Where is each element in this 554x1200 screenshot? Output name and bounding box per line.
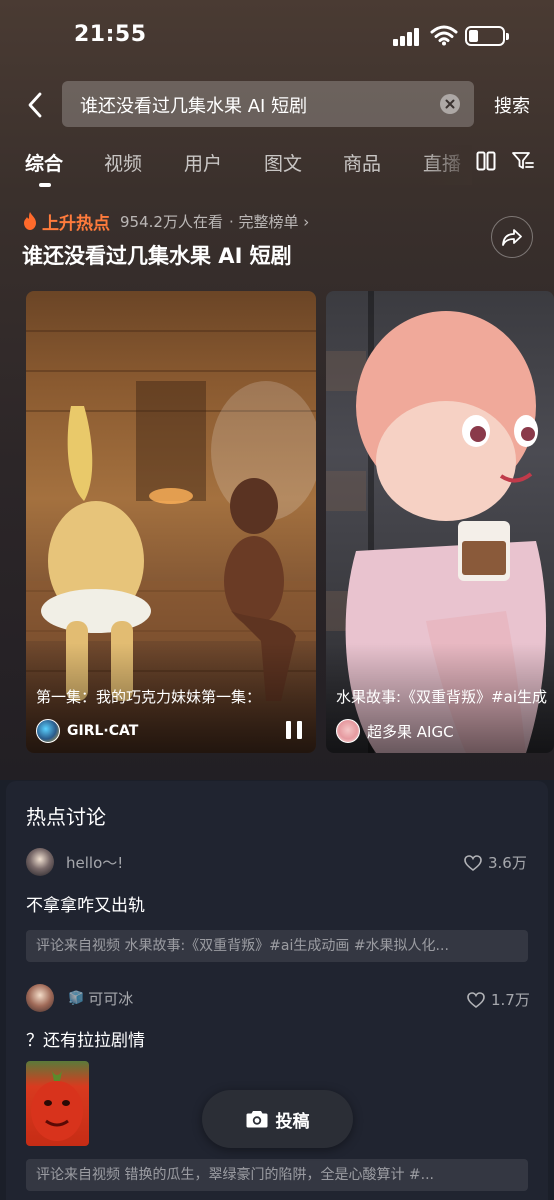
- filter-icon[interactable]: [512, 151, 534, 171]
- tab-comprehensive[interactable]: 综合: [25, 149, 63, 176]
- hot-topic-title: 谁还没看过几集水果 AI 短剧: [22, 244, 292, 268]
- comment-source[interactable]: 评论来自视频 错换的瓜生，翠绿豪门的陷阱，全是心酸算计 #...: [26, 1159, 528, 1191]
- wifi-icon: [430, 25, 458, 46]
- comment-text: 不拿拿咋又出轨: [26, 896, 145, 916]
- status-bar: 21:55: [0, 0, 554, 70]
- author-avatar: [336, 719, 360, 743]
- tab-products[interactable]: 商品: [343, 149, 381, 176]
- comment-username: 可可冰: [88, 989, 134, 1008]
- clear-search-button[interactable]: [440, 94, 460, 114]
- search-button[interactable]: 搜索: [494, 92, 530, 118]
- like-count: 3.6万: [488, 854, 527, 872]
- video-title: 水果故事:《双重背叛》#ai生成: [336, 688, 547, 706]
- tab-video[interactable]: 视频: [104, 149, 142, 176]
- author-avatar: [36, 719, 60, 743]
- full-list-link[interactable]: · 完整榜单 ›: [229, 211, 309, 232]
- chevron-left-icon: [28, 92, 42, 118]
- heart-icon: [467, 991, 485, 1008]
- search-query: 谁还没看过几集水果 AI 短剧: [80, 96, 308, 117]
- comment-image[interactable]: [26, 1061, 89, 1146]
- status-time: 21:55: [74, 22, 147, 47]
- post-label: 投稿: [275, 1111, 310, 1132]
- signal-icon: [393, 28, 423, 46]
- active-tab-indicator: [39, 183, 51, 187]
- tab-image-text[interactable]: 图文: [264, 149, 302, 176]
- video-author[interactable]: GIRL·CAT: [36, 719, 138, 743]
- video-author[interactable]: 超多果 AIGC: [336, 719, 454, 743]
- heart-icon: [464, 854, 482, 871]
- discussion-title: 热点讨论: [26, 805, 106, 829]
- comment-username: hello～!: [66, 853, 124, 872]
- hot-topic-label: 上升热点: [42, 213, 110, 234]
- like-button[interactable]: 1.7万: [467, 989, 530, 1010]
- like-count: 1.7万: [491, 991, 530, 1009]
- comment-text: ？还有拉拉剧情: [26, 1031, 145, 1051]
- pepper-face-image: [31, 1071, 83, 1141]
- search-tabs: 综合 视频 用户 图文 商品 直播: [0, 145, 554, 189]
- grid-layout-icon[interactable]: [476, 151, 496, 171]
- video-title: 第一集：我的巧克力妹妹第一集：: [36, 688, 262, 706]
- back-button[interactable]: [20, 88, 50, 122]
- watching-count: 954.2万人在看: [120, 212, 223, 231]
- video-card[interactable]: 水果故事:《双重背叛》#ai生成 超多果 AIGC: [326, 291, 554, 753]
- share-icon: [502, 229, 522, 246]
- pause-icon[interactable]: [286, 721, 302, 739]
- share-button[interactable]: [491, 216, 533, 258]
- comment-user[interactable]: hello～!: [26, 848, 123, 876]
- avatar: [26, 984, 54, 1012]
- avatar: [26, 848, 54, 876]
- close-icon: [445, 99, 455, 109]
- hot-topic-row[interactable]: 上升热点 954.2万人在看 · 完整榜单 ›: [22, 208, 309, 234]
- flame-icon: [24, 212, 36, 230]
- video-card[interactable]: 第一集：我的巧克力妹妹第一集： GIRL·CAT: [26, 291, 316, 753]
- like-button[interactable]: 3.6万: [464, 852, 527, 873]
- tabs-fade: [420, 145, 472, 185]
- battery-icon: [465, 26, 509, 46]
- author-name: GIRL·CAT: [67, 723, 139, 739]
- comment-user[interactable]: 🧊 可可冰: [26, 984, 133, 1012]
- camera-icon: [246, 1111, 267, 1128]
- comment-source[interactable]: 评论来自视频 水果故事:《双重背叛》#ai生成动画 #水果拟人化...: [26, 930, 528, 962]
- search-input[interactable]: 谁还没看过几集水果 AI 短剧: [62, 81, 474, 127]
- tab-users[interactable]: 用户: [184, 149, 222, 176]
- user-badge-icon: 🧊: [68, 990, 85, 1006]
- author-name: 超多果 AIGC: [367, 722, 454, 741]
- post-button[interactable]: 投稿: [202, 1090, 353, 1148]
